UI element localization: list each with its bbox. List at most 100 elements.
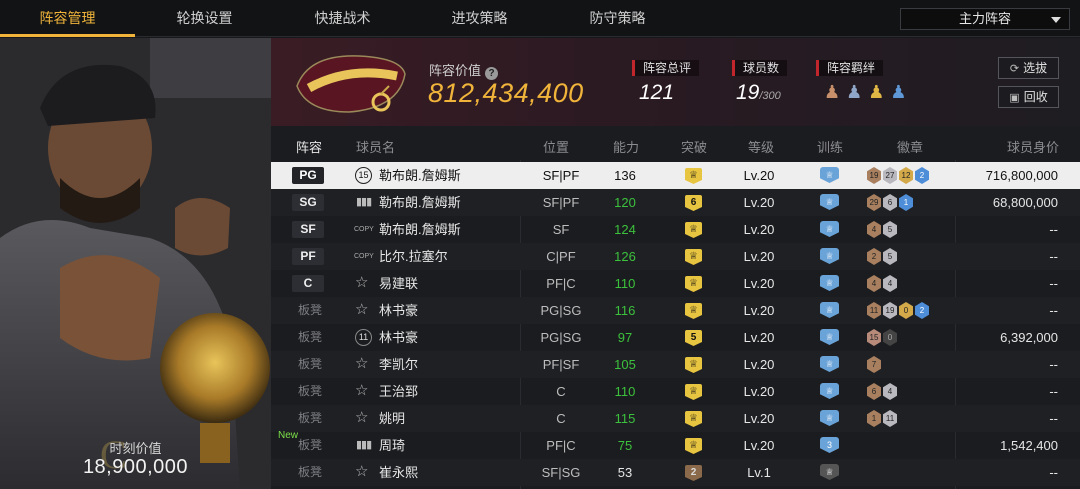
player-name[interactable]: 周琦 xyxy=(379,432,405,459)
slot-tag[interactable]: C xyxy=(292,275,324,292)
breakthrough-badge[interactable]: ♕ xyxy=(685,384,702,400)
training-badge[interactable]: ♕ xyxy=(820,167,839,183)
col-value[interactable]: 球员身价 xyxy=(1007,137,1059,156)
badge-icon[interactable]: 5 xyxy=(883,221,897,238)
chemistry-icon[interactable]: ♟ xyxy=(868,82,884,103)
player-name[interactable]: 比尔.拉塞尔 xyxy=(379,243,448,270)
player-name[interactable]: 勒布朗.詹姆斯 xyxy=(379,189,461,216)
badge-icon[interactable]: 12 xyxy=(899,167,913,184)
table-row[interactable]: PG 15 勒布朗.詹姆斯 SF|PF 136 ♕ Lv.20 ♕ 19 27 12 2 716,800… xyxy=(271,162,1080,189)
training-badge[interactable]: ♕ xyxy=(820,302,839,318)
col-level[interactable]: 等级 xyxy=(748,137,774,156)
badge-icon[interactable]: 29 xyxy=(867,194,881,211)
lineup-dropdown[interactable]: 主力阵容 xyxy=(900,8,1070,30)
player-name[interactable]: 勒布朗.詹姆斯 xyxy=(379,216,461,243)
training-badge[interactable]: ♕ xyxy=(820,410,839,426)
badge-icon[interactable]: 1 xyxy=(899,194,913,211)
training-badge[interactable]: ♕ xyxy=(820,221,839,237)
table-row[interactable]: 板凳 ☆ 林书豪 PG|SG 116 ♕ Lv.20 ♕ 11 19 0 2 -- xyxy=(271,297,1080,324)
breakthrough-badge[interactable]: 6 xyxy=(685,195,702,211)
player-name[interactable]: 姚明 xyxy=(379,405,405,432)
badge-icon[interactable]: 2 xyxy=(867,248,881,265)
training-badge[interactable]: ♕ xyxy=(820,383,839,399)
chemistry-icon[interactable]: ♟ xyxy=(890,82,906,103)
breakthrough-badge[interactable]: ♕ xyxy=(685,411,702,427)
training-badge[interactable]: ♕ xyxy=(820,248,839,264)
scout-button[interactable]: ⟳ 选拔 xyxy=(998,57,1059,79)
player-name[interactable]: 崔永熙 xyxy=(379,459,418,486)
slot-tag[interactable]: PG xyxy=(292,167,324,184)
featured-player-card[interactable]: C 时刻价值 18,900,000 xyxy=(0,38,271,489)
badge-icon[interactable]: 19 xyxy=(883,302,897,319)
player-name[interactable]: 李凯尔 xyxy=(379,351,418,378)
badge-icon[interactable]: 19 xyxy=(867,167,881,184)
badge-icon[interactable]: 0 xyxy=(899,302,913,319)
col-ability[interactable]: 能力 xyxy=(613,137,639,156)
badge-icon[interactable]: 11 xyxy=(867,302,881,319)
training-badge[interactable]: ♕ xyxy=(820,464,839,480)
badge-icon[interactable]: 6 xyxy=(867,383,881,400)
breakthrough-badge[interactable]: ♕ xyxy=(685,222,702,238)
table-row[interactable]: 板凳 ☆ 姚明 C 115 ♕ Lv.20 ♕ 1 11 -- xyxy=(271,405,1080,432)
badge-icon[interactable]: 5 xyxy=(883,248,897,265)
player-position: PF|C xyxy=(546,438,576,453)
breakthrough-badge[interactable]: ♕ xyxy=(685,357,702,373)
training-badge[interactable]: 3 xyxy=(820,437,839,453)
badge-icon[interactable]: 11 xyxy=(883,410,897,427)
player-name[interactable]: 王治郅 xyxy=(379,378,418,405)
badge-icon[interactable]: 4 xyxy=(883,383,897,400)
player-portrait: C xyxy=(0,38,271,489)
table-row[interactable]: 板凳 ☆ 王治郅 C 110 ♕ Lv.20 ♕ 6 4 -- xyxy=(271,378,1080,405)
training-badge[interactable]: ♕ xyxy=(820,329,839,345)
lineup-rating: 121 xyxy=(639,81,675,104)
tab-offense[interactable]: 进攻策略 xyxy=(412,0,547,37)
training-badge[interactable]: ♕ xyxy=(820,356,839,372)
player-name[interactable]: 林书豪 xyxy=(379,324,418,351)
tab-quick-tactics[interactable]: 快捷战术 xyxy=(275,0,410,37)
badge-icon[interactable]: 0 xyxy=(883,329,897,346)
slot-tag[interactable]: SG xyxy=(292,194,324,211)
breakthrough-badge[interactable]: ♕ xyxy=(685,168,702,184)
badge-icon[interactable]: 2 xyxy=(915,302,929,319)
badge-icon[interactable]: 6 xyxy=(883,194,897,211)
slot-tag[interactable]: SF xyxy=(292,221,324,238)
table-row[interactable]: SF COPY 勒布朗.詹姆斯 SF 124 ♕ Lv.20 ♕ 4 5 -- xyxy=(271,216,1080,243)
tab-rotation[interactable]: 轮换设置 xyxy=(137,0,272,37)
breakthrough-badge[interactable]: ♕ xyxy=(685,303,702,319)
badge-icon[interactable]: 27 xyxy=(883,167,897,184)
table-row[interactable]: SG ▮▮▮ 勒布朗.詹姆斯 SF|PF 120 6 Lv.20 ♕ 29 6 1 68,800,00… xyxy=(271,189,1080,216)
breakthrough-badge[interactable]: ♕ xyxy=(685,438,702,454)
table-row[interactable]: 板凳 11 林书豪 PG|SG 97 5 Lv.20 ♕ 15 0 6,392,000 xyxy=(271,324,1080,351)
tab-lineup[interactable]: 阵容管理 xyxy=(0,0,135,37)
slot-tag[interactable]: PF xyxy=(292,248,324,265)
player-name[interactable]: 易建联 xyxy=(379,270,418,297)
breakthrough-badge[interactable]: 2 xyxy=(685,465,702,481)
breakthrough-badge[interactable]: ♕ xyxy=(685,249,702,265)
breakthrough-badge[interactable]: ♕ xyxy=(685,276,702,292)
badge-icon[interactable]: 15 xyxy=(867,329,881,346)
badge-list: 29 6 1 xyxy=(867,194,913,211)
player-ability: 124 xyxy=(614,222,636,237)
badge-icon[interactable]: 4 xyxy=(867,221,881,238)
training-badge[interactable]: ♕ xyxy=(820,194,839,210)
tab-defense[interactable]: 防守策略 xyxy=(550,0,685,37)
badge-icon[interactable]: 2 xyxy=(915,167,929,184)
slot-bench: 板凳 xyxy=(298,303,323,317)
breakthrough-badge[interactable]: 5 xyxy=(685,330,702,346)
table-row[interactable]: PF COPY 比尔.拉塞尔 C|PF 126 ♕ Lv.20 ♕ 2 5 -- xyxy=(271,243,1080,270)
recycle-button[interactable]: ▣ 回收 xyxy=(998,86,1059,108)
player-name[interactable]: 勒布朗.詹姆斯 xyxy=(379,162,461,189)
chemistry-icons[interactable]: ♟ ♟ ♟ ♟ xyxy=(824,82,907,103)
chemistry-icon[interactable]: ♟ xyxy=(824,82,840,103)
table-row[interactable]: 板凳 New ▮▮▮ 周琦 PF|C 75 ♕ Lv.20 3 1,542,400 xyxy=(271,430,1080,459)
badge-icon[interactable]: 7 xyxy=(867,356,881,373)
badge-icon[interactable]: 1 xyxy=(867,410,881,427)
badge-icon[interactable]: 4 xyxy=(883,275,897,292)
chemistry-icon[interactable]: ♟ xyxy=(846,82,862,103)
training-badge[interactable]: ♕ xyxy=(820,275,839,291)
player-name[interactable]: 林书豪 xyxy=(379,297,418,324)
badge-icon[interactable]: 4 xyxy=(867,275,881,292)
table-row[interactable]: C ☆ 易建联 PF|C 110 ♕ Lv.20 ♕ 4 4 -- xyxy=(271,270,1080,297)
table-row[interactable]: 板凳 ☆ 崔永熙 SF|SG 53 2 Lv.1 ♕ -- xyxy=(271,459,1080,486)
table-row[interactable]: 板凳 ☆ 李凯尔 PF|SF 105 ♕ Lv.20 ♕ 7 -- xyxy=(271,351,1080,378)
